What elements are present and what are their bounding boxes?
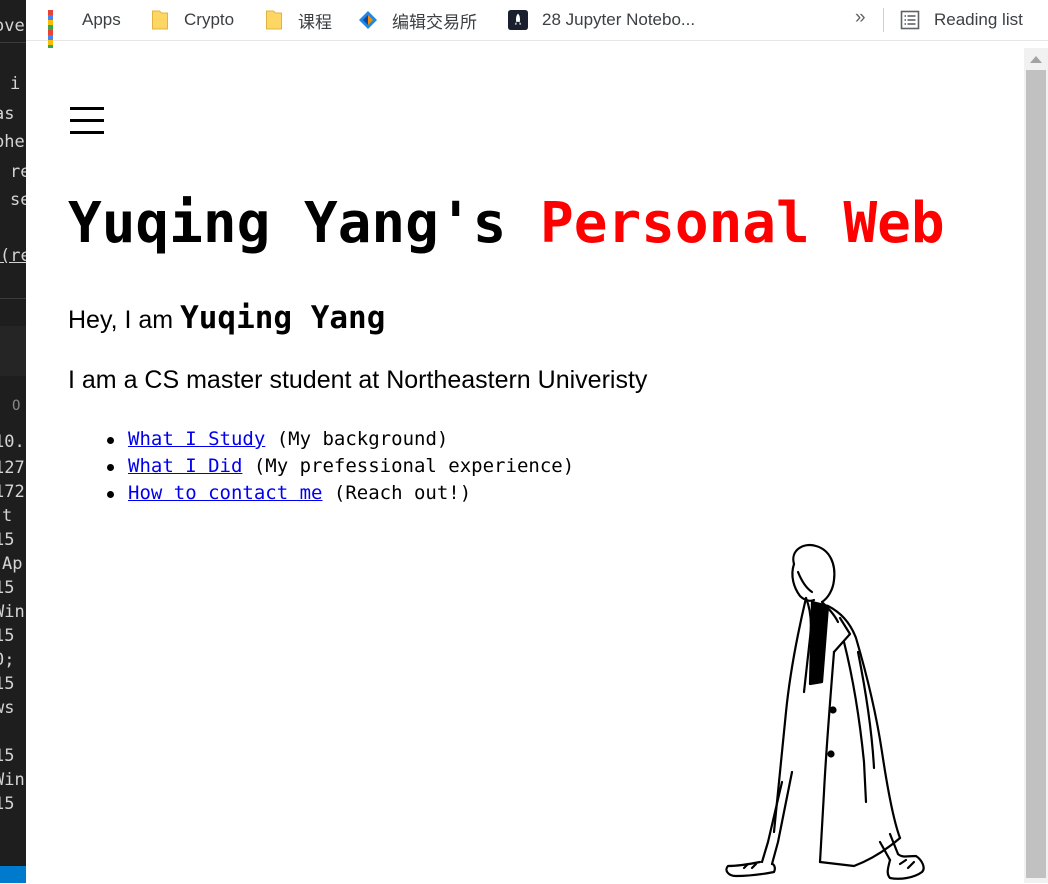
- folder-icon: [266, 10, 282, 30]
- editor-line: 127: [0, 458, 25, 478]
- editor-line: O: [12, 398, 21, 414]
- list-item: What I Study (My background): [106, 426, 574, 453]
- bookmark-label: 课程: [298, 12, 332, 32]
- link-contact[interactable]: How to contact me: [128, 482, 322, 504]
- link-what-i-did[interactable]: What I Did: [128, 455, 242, 477]
- background-editor-window: ove i as phe re se (re O 10. 127 172 t 1…: [0, 0, 26, 883]
- editor-line: i: [10, 74, 21, 94]
- editor-line: as: [0, 104, 15, 124]
- editor-line: re: [10, 162, 26, 182]
- reading-list-label: Reading list: [934, 10, 1023, 29]
- web-page: Yuqing Yang's Personal Web Hey, I am Yuq…: [26, 48, 1024, 883]
- bookmark-apps[interactable]: Apps: [48, 8, 121, 55]
- editor-line: Ap: [2, 554, 23, 574]
- rocket-icon: [508, 10, 528, 30]
- editor-line: 15: [0, 746, 15, 766]
- editor-line: 172: [0, 482, 25, 502]
- editor-line: 15: [0, 674, 15, 694]
- bookmarks-overflow-button[interactable]: »: [855, 7, 866, 29]
- link-note: (My prefessional experience): [253, 455, 575, 477]
- list-item: What I Did (My prefessional experience): [106, 453, 575, 480]
- editor-line: t: [2, 506, 13, 526]
- bookmark-label: 28 Jupyter Notebo...: [542, 10, 696, 29]
- editor-line: 15: [0, 578, 15, 598]
- bookmark-jupyter[interactable]: 28 Jupyter Notebo...: [508, 8, 695, 32]
- apps-grid-icon: [48, 10, 68, 55]
- link-what-i-study[interactable]: What I Study: [128, 428, 265, 450]
- bookmarks-divider: [883, 8, 884, 32]
- bookmark-exchange[interactable]: 编辑交易所: [358, 8, 477, 32]
- greeting: Hey, I am Yuqing Yang: [68, 300, 385, 336]
- editor-line: ws: [0, 698, 15, 718]
- editor-line: 15: [0, 626, 15, 646]
- page-title-name: Yuqing Yang's: [68, 191, 507, 256]
- folder-icon: [152, 10, 168, 30]
- bookmark-folder-courses[interactable]: 课程: [264, 8, 332, 32]
- bookmark-label: Crypto: [184, 10, 235, 29]
- reading-list-icon: [900, 10, 920, 30]
- reading-list-button[interactable]: Reading list: [900, 8, 1023, 32]
- editor-line: (re: [0, 246, 26, 266]
- list-item: How to contact me (Reach out!): [106, 480, 574, 507]
- editor-line: ove: [0, 16, 25, 36]
- editor-line: se: [10, 190, 26, 210]
- editor-line: Win: [0, 602, 25, 622]
- link-note: (Reach out!): [333, 482, 472, 504]
- bookmark-folder-crypto[interactable]: Crypto: [150, 8, 234, 32]
- page-scrollbar[interactable]: [1024, 48, 1048, 883]
- editor-line: phe: [0, 132, 25, 152]
- bookmark-label: 编辑交易所: [392, 12, 477, 32]
- walking-woman-illustration: [725, 543, 925, 880]
- nav-link-list: What I Study (My background) What I Did …: [106, 426, 575, 507]
- editor-line: 0;: [0, 650, 15, 670]
- editor-line: Win: [0, 770, 25, 790]
- scrollbar-thumb[interactable]: [1026, 70, 1046, 878]
- hamburger-menu-icon[interactable]: [70, 104, 104, 136]
- intro-text: I am a CS master student at Northeastern…: [68, 366, 648, 394]
- greeting-name: Yuqing Yang: [180, 300, 386, 336]
- link-note: (My background): [276, 428, 449, 450]
- editor-line: 10.: [0, 432, 25, 452]
- editor-line: 15: [0, 794, 15, 814]
- page-title-accent: Personal Web: [540, 191, 945, 256]
- greeting-prefix: Hey, I am: [68, 306, 174, 334]
- bookmarks-bar: Apps Crypto 课程 编辑交易所 28 Jupyter Notebo..…: [26, 0, 1048, 55]
- editor-line: 15: [0, 530, 15, 550]
- scroll-up-arrow-icon[interactable]: [1030, 56, 1042, 63]
- exchange-logo-icon: [359, 11, 377, 29]
- bookmark-label: Apps: [82, 10, 121, 29]
- page-title: Yuqing Yang's Personal Web: [68, 188, 945, 260]
